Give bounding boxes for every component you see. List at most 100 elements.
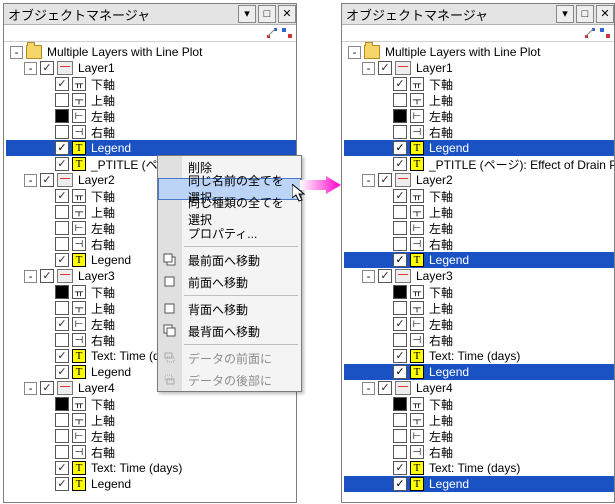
tree-item[interactable]: ㅠ下軸 bbox=[344, 188, 614, 204]
checkbox[interactable] bbox=[40, 173, 54, 187]
collapse-icon[interactable]: - bbox=[24, 270, 37, 283]
tree-item[interactable]: ⊢左軸 bbox=[344, 108, 614, 124]
checkbox[interactable] bbox=[393, 189, 407, 203]
collapse-icon[interactable]: - bbox=[24, 382, 37, 395]
tree-item[interactable]: ㅠ下軸 bbox=[6, 396, 296, 412]
checkbox[interactable] bbox=[55, 141, 69, 155]
tree-item[interactable]: ⊣右軸 bbox=[6, 444, 296, 460]
menu-item-forward[interactable]: 前面へ移動 bbox=[158, 271, 301, 293]
maximize-button[interactable]: □ bbox=[258, 5, 276, 23]
tree-item[interactable]: ㅠ下軸 bbox=[344, 284, 614, 300]
checkbox[interactable] bbox=[378, 381, 392, 395]
tool-icon-1[interactable] bbox=[265, 27, 278, 39]
checkbox[interactable] bbox=[393, 141, 407, 155]
tool-icon-1[interactable] bbox=[583, 27, 596, 39]
tree-item[interactable]: ㅜ上軸 bbox=[344, 412, 614, 428]
tree-item[interactable]: ㅠ下軸 bbox=[344, 76, 614, 92]
tree-item[interactable]: ⊣右軸 bbox=[6, 124, 296, 140]
checkbox[interactable] bbox=[55, 413, 69, 427]
tree-item[interactable]: ㅜ上軸 bbox=[6, 412, 296, 428]
collapse-icon[interactable]: - bbox=[362, 174, 375, 187]
tool-icon-2[interactable] bbox=[598, 27, 611, 39]
checkbox[interactable] bbox=[55, 317, 69, 331]
tree-item[interactable]: ㅜ上軸 bbox=[344, 300, 614, 316]
checkbox[interactable] bbox=[55, 429, 69, 443]
pin-button[interactable]: ▾ bbox=[238, 5, 256, 23]
tree-item-legend-selected[interactable]: TLegend bbox=[344, 252, 614, 268]
checkbox[interactable] bbox=[55, 253, 69, 267]
tree-item[interactable]: ⊣右軸 bbox=[344, 236, 614, 252]
tree-item[interactable]: ㅠ下軸 bbox=[6, 76, 296, 92]
titlebar[interactable]: オブジェクトマネージャ ▾ □ ✕ bbox=[342, 4, 614, 25]
checkbox[interactable] bbox=[55, 93, 69, 107]
checkbox[interactable] bbox=[393, 461, 407, 475]
tree-item-legend-selected[interactable]: TLegend bbox=[344, 140, 614, 156]
tree-item[interactable]: TLegend bbox=[6, 476, 296, 492]
menu-item-properties[interactable]: プロパティ... bbox=[158, 222, 301, 244]
checkbox[interactable] bbox=[40, 381, 54, 395]
checkbox[interactable] bbox=[55, 109, 69, 123]
checkbox[interactable] bbox=[55, 333, 69, 347]
tree-root[interactable]: -Multiple Layers with Line Plot bbox=[344, 44, 614, 60]
checkbox[interactable] bbox=[55, 237, 69, 251]
checkbox[interactable] bbox=[55, 77, 69, 91]
tree-item[interactable]: ㅜ上軸 bbox=[344, 204, 614, 220]
checkbox[interactable] bbox=[55, 349, 69, 363]
checkbox[interactable] bbox=[393, 205, 407, 219]
tool-icon-2[interactable] bbox=[280, 27, 293, 39]
checkbox[interactable] bbox=[55, 397, 69, 411]
tree-item[interactable]: T_PTITLE (ページ): Effect of Drain Para bbox=[344, 156, 614, 172]
tree-layer1[interactable]: -Layer1 bbox=[6, 60, 296, 76]
tree-layer2[interactable]: -Layer2 bbox=[344, 172, 614, 188]
collapse-icon[interactable]: - bbox=[24, 174, 37, 187]
collapse-icon[interactable]: - bbox=[10, 46, 23, 59]
checkbox[interactable] bbox=[393, 317, 407, 331]
checkbox[interactable] bbox=[393, 157, 407, 171]
checkbox[interactable] bbox=[393, 349, 407, 363]
checkbox[interactable] bbox=[40, 61, 54, 75]
checkbox[interactable] bbox=[393, 77, 407, 91]
checkbox[interactable] bbox=[393, 333, 407, 347]
menu-item-to-back[interactable]: 最背面へ移動 bbox=[158, 320, 301, 342]
checkbox[interactable] bbox=[393, 221, 407, 235]
tree-item[interactable]: ⊣右軸 bbox=[344, 124, 614, 140]
checkbox[interactable] bbox=[393, 125, 407, 139]
checkbox[interactable] bbox=[55, 157, 69, 171]
collapse-icon[interactable]: - bbox=[362, 62, 375, 75]
tree-item[interactable]: ⊢左軸 bbox=[344, 316, 614, 332]
checkbox[interactable] bbox=[378, 61, 392, 75]
menu-item-select-same-type[interactable]: 同じ種類の全てを選択 bbox=[158, 200, 301, 222]
checkbox[interactable] bbox=[393, 109, 407, 123]
checkbox[interactable] bbox=[393, 413, 407, 427]
tree-item-legend-selected[interactable]: TLegend bbox=[344, 476, 614, 492]
checkbox[interactable] bbox=[393, 397, 407, 411]
checkbox[interactable] bbox=[55, 205, 69, 219]
checkbox[interactable] bbox=[393, 445, 407, 459]
tree-layer1[interactable]: -Layer1 bbox=[344, 60, 614, 76]
checkbox[interactable] bbox=[393, 253, 407, 267]
tree-layer4[interactable]: -Layer4 bbox=[344, 380, 614, 396]
close-button[interactable]: ✕ bbox=[596, 5, 614, 23]
menu-item-backward[interactable]: 背面へ移動 bbox=[158, 298, 301, 320]
checkbox[interactable] bbox=[393, 93, 407, 107]
tree-item[interactable]: ⊣右軸 bbox=[344, 332, 614, 348]
checkbox[interactable] bbox=[55, 125, 69, 139]
pin-button[interactable]: ▾ bbox=[556, 5, 574, 23]
checkbox[interactable] bbox=[55, 365, 69, 379]
tree-item[interactable]: TText: Time (days) bbox=[6, 460, 296, 476]
checkbox[interactable] bbox=[393, 237, 407, 251]
tree-root[interactable]: -Multiple Layers with Line Plot bbox=[6, 44, 296, 60]
tree-item[interactable]: ㅠ下軸 bbox=[344, 396, 614, 412]
collapse-icon[interactable]: - bbox=[348, 46, 361, 59]
collapse-icon[interactable]: - bbox=[362, 270, 375, 283]
checkbox[interactable] bbox=[393, 285, 407, 299]
checkbox[interactable] bbox=[393, 365, 407, 379]
tree-item[interactable]: ⊢左軸 bbox=[344, 220, 614, 236]
collapse-icon[interactable]: - bbox=[24, 62, 37, 75]
close-button[interactable]: ✕ bbox=[278, 5, 296, 23]
tree-item[interactable]: ⊢左軸 bbox=[6, 428, 296, 444]
checkbox[interactable] bbox=[378, 269, 392, 283]
tree-item[interactable]: ⊣右軸 bbox=[344, 444, 614, 460]
checkbox[interactable] bbox=[55, 189, 69, 203]
tree-item[interactable]: ㅜ上軸 bbox=[6, 92, 296, 108]
